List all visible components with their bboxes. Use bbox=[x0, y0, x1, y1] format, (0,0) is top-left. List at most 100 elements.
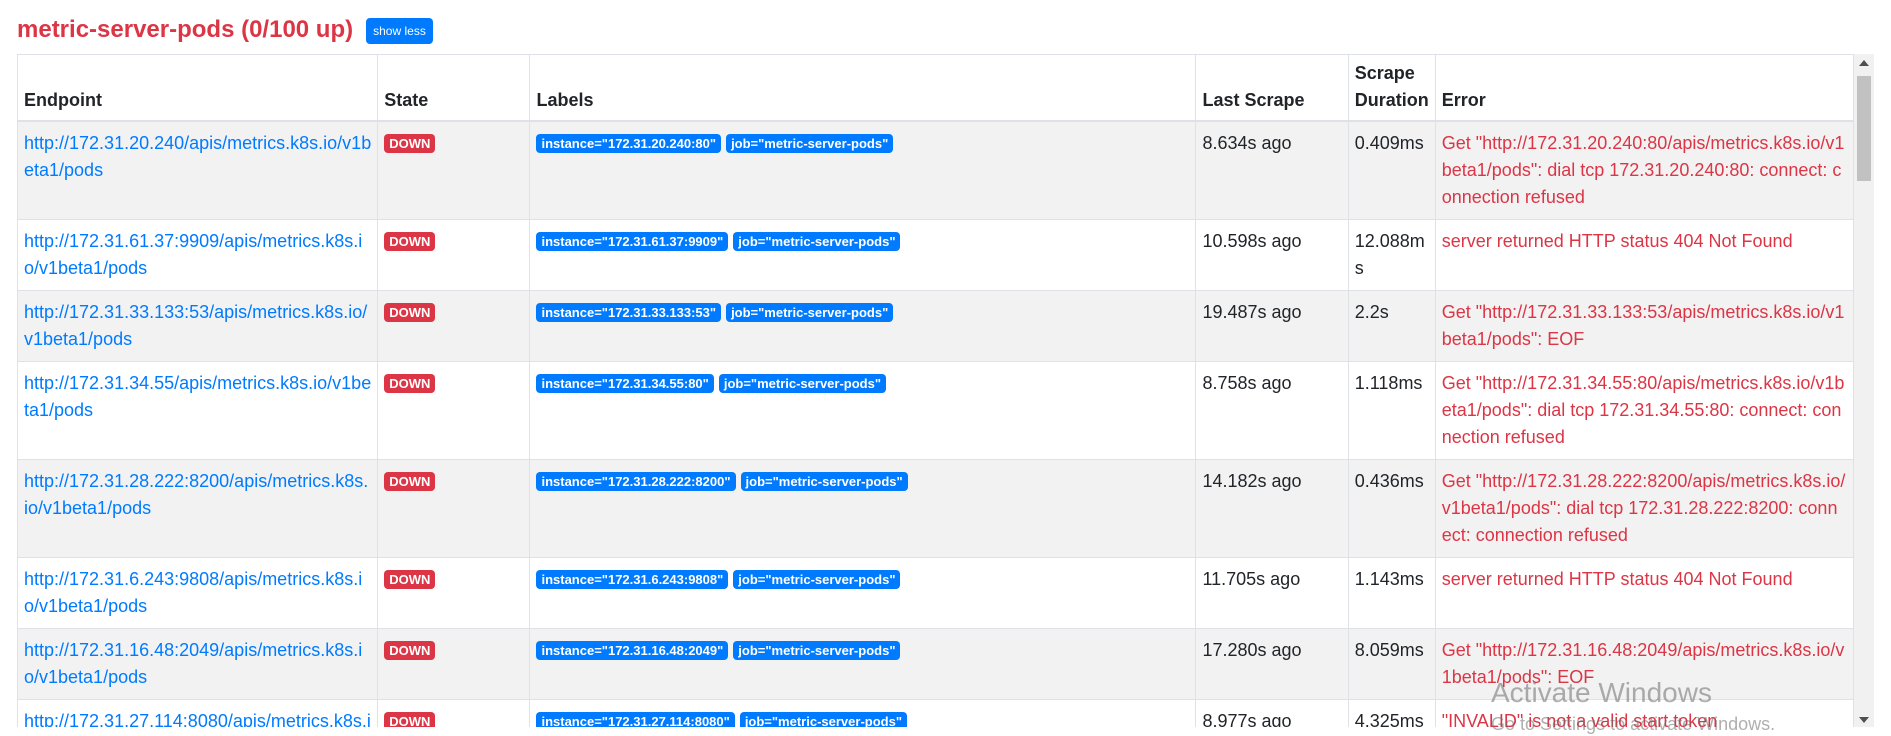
last-scrape-cell: 8.977s ago bbox=[1195, 699, 1349, 727]
column-header-error: Error bbox=[1434, 54, 1854, 122]
show-less-button[interactable]: show less bbox=[366, 18, 433, 44]
last-scrape-cell: 14.182s ago bbox=[1195, 459, 1349, 558]
state-cell: DOWN bbox=[377, 290, 531, 362]
table-header-row: Endpoint State Labels Last Scrape Scrape… bbox=[17, 54, 1854, 122]
column-header-scrape-duration: Scrape Duration bbox=[1347, 54, 1436, 122]
endpoint-link[interactable]: http://172.31.6.243:9808/apis/metrics.k8… bbox=[24, 569, 362, 616]
targets-table: Endpoint State Labels Last Scrape Scrape… bbox=[17, 54, 1854, 727]
last-scrape-cell: 8.634s ago bbox=[1195, 120, 1349, 220]
job-title[interactable]: metric-server-pods (0/100 up) bbox=[17, 14, 353, 46]
vertical-scrollbar[interactable] bbox=[1854, 54, 1874, 727]
label-badge-instance: instance="172.31.61.37:9909" bbox=[536, 232, 729, 251]
endpoint-cell: http://172.31.34.55/apis/metrics.k8s.io/… bbox=[17, 361, 379, 460]
endpoint-link[interactable]: http://172.31.20.240/apis/metrics.k8s.io… bbox=[24, 133, 371, 180]
error-cell: Get "http://172.31.28.222:8200/apis/metr… bbox=[1434, 459, 1854, 558]
label-badge-job: job="metric-server-pods" bbox=[726, 134, 894, 153]
table-row: http://172.31.20.240/apis/metrics.k8s.io… bbox=[17, 120, 1854, 220]
label-badge-instance: instance="172.31.28.222:8200" bbox=[536, 472, 736, 491]
job-header: metric-server-pods (0/100 up) show less bbox=[17, 14, 433, 46]
column-header-last-scrape: Last Scrape bbox=[1195, 54, 1349, 122]
last-scrape-cell: 8.758s ago bbox=[1195, 361, 1349, 460]
state-cell: DOWN bbox=[377, 628, 531, 700]
state-badge: DOWN bbox=[384, 570, 436, 589]
table-row: http://172.31.33.133:53/apis/metrics.k8s… bbox=[17, 290, 1854, 362]
endpoint-cell: http://172.31.16.48:2049/apis/metrics.k8… bbox=[17, 628, 379, 700]
column-header-state: State bbox=[377, 54, 531, 122]
state-badge: DOWN bbox=[384, 374, 436, 393]
labels-cell: instance="172.31.16.48:2049" job="metric-… bbox=[529, 628, 1197, 700]
error-cell: Get "http://172.31.20.240:80/apis/metric… bbox=[1434, 120, 1854, 220]
scroll-down-arrow-icon[interactable] bbox=[1859, 717, 1869, 723]
state-badge: DOWN bbox=[384, 472, 436, 491]
endpoint-link[interactable]: http://172.31.61.37:9909/apis/metrics.k8… bbox=[24, 231, 362, 278]
column-header-labels: Labels bbox=[529, 54, 1197, 122]
scrape-duration-cell: 8.059ms bbox=[1347, 628, 1436, 700]
activate-windows-watermark: Activate Windows bbox=[1491, 677, 1712, 708]
labels-cell: instance="172.31.27.114:8080" job="metric… bbox=[529, 699, 1197, 727]
state-cell: DOWN bbox=[377, 557, 531, 629]
endpoint-link[interactable]: http://172.31.33.133:53/apis/metrics.k8s… bbox=[24, 302, 367, 349]
table-row: http://172.31.28.222:8200/apis/metrics.k… bbox=[17, 459, 1854, 558]
endpoint-cell: http://172.31.33.133:53/apis/metrics.k8s… bbox=[17, 290, 379, 362]
label-badge-instance: instance="172.31.16.48:2049" bbox=[536, 641, 729, 660]
scrape-duration-cell: 0.436ms bbox=[1347, 459, 1436, 558]
last-scrape-cell: 11.705s ago bbox=[1195, 557, 1349, 629]
state-cell: DOWN bbox=[377, 699, 531, 727]
error-cell: server returned HTTP status 404 Not Foun… bbox=[1434, 557, 1854, 629]
label-badge-instance: instance="172.31.20.240:80" bbox=[536, 134, 722, 153]
label-badge-job: job="metric-server-pods" bbox=[718, 374, 887, 393]
error-cell: server returned HTTP status 404 Not Foun… bbox=[1434, 219, 1854, 291]
state-cell: DOWN bbox=[377, 219, 531, 291]
label-badge-job: job="metric-server-pods" bbox=[733, 232, 901, 251]
scrape-duration-cell: 1.118ms bbox=[1347, 361, 1436, 460]
label-badge-job: job="metric-server-pods" bbox=[733, 570, 901, 589]
table-row: http://172.31.34.55/apis/metrics.k8s.io/… bbox=[17, 361, 1854, 460]
state-badge: DOWN bbox=[384, 134, 436, 153]
state-badge: DOWN bbox=[384, 641, 436, 660]
label-badge-instance: instance="172.31.27.114:8080" bbox=[536, 712, 735, 727]
scrollbar-thumb[interactable] bbox=[1857, 76, 1871, 181]
endpoint-link[interactable]: http://172.31.34.55/apis/metrics.k8s.io/… bbox=[24, 373, 371, 420]
table-row: http://172.31.6.243:9808/apis/metrics.k8… bbox=[17, 557, 1854, 629]
endpoint-link[interactable]: http://172.31.16.48:2049/apis/metrics.k8… bbox=[24, 640, 362, 687]
labels-cell: instance="172.31.34.55:80" job="metric-se… bbox=[529, 361, 1197, 460]
label-badge-job: job="metric-server-pods" bbox=[740, 472, 908, 491]
state-cell: DOWN bbox=[377, 361, 531, 460]
labels-cell: instance="172.31.20.240:80" job="metric-s… bbox=[529, 120, 1197, 220]
scrape-duration-cell: 0.409ms bbox=[1347, 120, 1436, 220]
label-badge-instance: instance="172.31.6.243:9808" bbox=[536, 570, 729, 589]
scrape-duration-cell: 1.143ms bbox=[1347, 557, 1436, 629]
endpoint-cell: http://172.31.27.114:8080/apis/metrics.k… bbox=[17, 699, 379, 727]
labels-cell: instance="172.31.33.133:53" job="metric-s… bbox=[529, 290, 1197, 362]
state-cell: DOWN bbox=[377, 459, 531, 558]
scrape-duration-cell: 4.325ms bbox=[1347, 699, 1436, 727]
state-badge: DOWN bbox=[384, 303, 436, 322]
labels-cell: instance="172.31.28.222:8200" job="metric… bbox=[529, 459, 1197, 558]
state-badge: DOWN bbox=[384, 712, 436, 727]
label-badge-job: job="metric-server-pods" bbox=[739, 712, 907, 727]
state-cell: DOWN bbox=[377, 120, 531, 220]
endpoint-cell: http://172.31.28.222:8200/apis/metrics.k… bbox=[17, 459, 379, 558]
error-cell: Get "http://172.31.34.55:80/apis/metrics… bbox=[1434, 361, 1854, 460]
activate-windows-subtitle: Go to Settings to activate Windows. bbox=[1491, 714, 1776, 734]
labels-cell: instance="172.31.6.243:9808" job="metric-… bbox=[529, 557, 1197, 629]
labels-cell: instance="172.31.61.37:9909" job="metric-… bbox=[529, 219, 1197, 291]
endpoint-cell: http://172.31.20.240/apis/metrics.k8s.io… bbox=[17, 120, 379, 220]
endpoint-cell: http://172.31.6.243:9808/apis/metrics.k8… bbox=[17, 557, 379, 629]
table-row: http://172.31.61.37:9909/apis/metrics.k8… bbox=[17, 219, 1854, 291]
scroll-up-arrow-icon[interactable] bbox=[1859, 60, 1869, 66]
scrape-duration-cell: 12.088ms bbox=[1347, 219, 1436, 291]
label-badge-job: job="metric-server-pods" bbox=[726, 303, 894, 322]
last-scrape-cell: 19.487s ago bbox=[1195, 290, 1349, 362]
endpoint-cell: http://172.31.61.37:9909/apis/metrics.k8… bbox=[17, 219, 379, 291]
state-badge: DOWN bbox=[384, 232, 436, 251]
endpoint-link[interactable]: http://172.31.28.222:8200/apis/metrics.k… bbox=[24, 471, 368, 518]
scrape-duration-cell: 2.2s bbox=[1347, 290, 1436, 362]
last-scrape-cell: 10.598s ago bbox=[1195, 219, 1349, 291]
endpoint-link[interactable]: http://172.31.27.114:8080/apis/metrics.k… bbox=[24, 711, 371, 727]
label-badge-instance: instance="172.31.34.55:80" bbox=[536, 374, 714, 393]
label-badge-job: job="metric-server-pods" bbox=[733, 641, 901, 660]
label-badge-instance: instance="172.31.33.133:53" bbox=[536, 303, 722, 322]
targets-table-container: Endpoint State Labels Last Scrape Scrape… bbox=[17, 54, 1854, 727]
last-scrape-cell: 17.280s ago bbox=[1195, 628, 1349, 700]
